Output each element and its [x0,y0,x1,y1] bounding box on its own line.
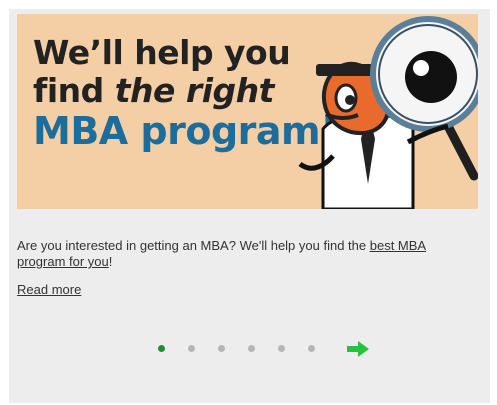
next-arrow-icon[interactable] [347,341,369,357]
description-suffix: ! [108,254,113,269]
cartoon-magnifier-man-illustration [298,16,478,209]
carousel-dot-6[interactable] [308,345,315,352]
carousel-dot-3[interactable] [218,345,225,352]
description-text: Are you interested in getting an MBA? We… [17,238,370,253]
carousel-dot-2[interactable] [188,345,195,352]
mba-banner-image[interactable]: We’ll help you find the right MBA progra… [17,14,478,209]
banner-line-2-prefix: find [33,70,115,110]
read-more-link[interactable]: Read more [17,282,81,297]
carousel-dot-1[interactable] [158,345,165,352]
carousel-dot-5[interactable] [278,345,285,352]
article-description: Are you interested in getting an MBA? We… [17,238,467,270]
carousel-dot-4[interactable] [248,345,255,352]
banner-line-2-emphasis: the right [114,70,275,110]
carousel-pagination [158,345,315,352]
